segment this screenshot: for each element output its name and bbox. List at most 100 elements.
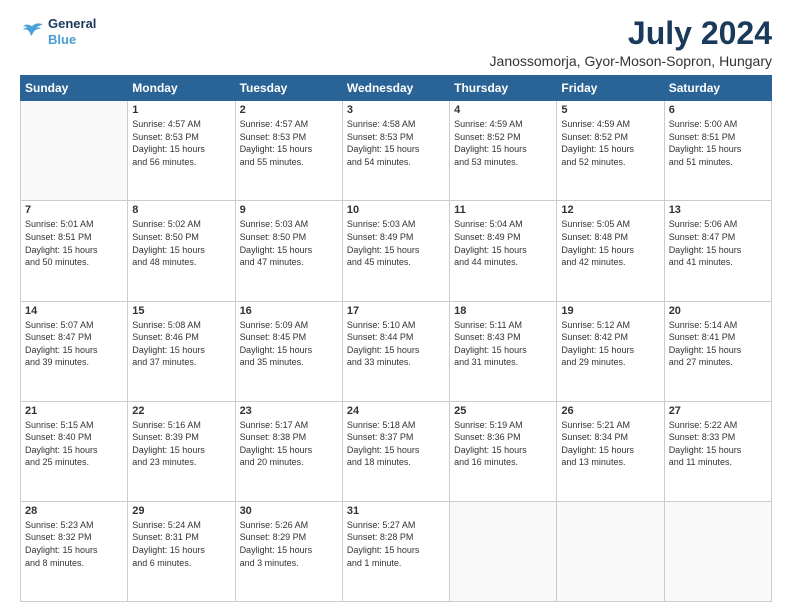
table-row: 18 Sunrise: 5:11 AM Sunset: 8:43 PM Dayli… — [450, 301, 557, 401]
table-row: 21Sunrise: 5:15 AM Sunset: 8:40 PM Dayli… — [21, 401, 128, 501]
table-row: 7 Sunrise: 5:01 AM Sunset: 8:51 PM Daylig… — [21, 201, 128, 301]
day-number: 30 — [240, 505, 338, 517]
day-info: Sunrise: 5:15 AM Sunset: 8:40 PM Dayligh… — [25, 419, 123, 469]
calendar-table: Sunday Monday Tuesday Wednesday Thursday… — [20, 75, 772, 602]
day-info: Sunrise: 4:58 AM Sunset: 8:53 PM Dayligh… — [347, 118, 445, 168]
table-row — [21, 101, 128, 201]
table-row: 20 Sunrise: 5:14 AM Sunset: 8:41 PM Dayli… — [664, 301, 771, 401]
table-row — [557, 501, 664, 601]
calendar-week-row: 28 Sunrise: 5:23 AM Sunset: 8:32 PM Dayli… — [21, 501, 772, 601]
day-info: Sunrise: 5:03 AM Sunset: 8:49 PM Dayligh… — [347, 218, 445, 268]
day-info: Sunrise: 5:17 AM Sunset: 8:38 PM Dayligh… — [240, 419, 338, 469]
col-sunday: Sunday — [21, 76, 128, 101]
day-number: 28 — [25, 505, 123, 517]
table-row: 30 Sunrise: 5:26 AM Sunset: 8:29 PM Dayli… — [235, 501, 342, 601]
day-info: Sunrise: 5:23 AM Sunset: 8:32 PM Dayligh… — [25, 519, 123, 569]
day-info: Sunrise: 4:59 AM Sunset: 8:52 PM Dayligh… — [561, 118, 659, 168]
calendar-week-row: 7 Sunrise: 5:01 AM Sunset: 8:51 PM Daylig… — [21, 201, 772, 301]
calendar-week-row: 14 Sunrise: 5:07 AM Sunset: 8:47 PM Dayli… — [21, 301, 772, 401]
table-row: 3 Sunrise: 4:58 AM Sunset: 8:53 PM Daylig… — [342, 101, 449, 201]
day-number: 4 — [454, 104, 552, 116]
header: General Blue July 2024 Janossomorja, Gyo… — [20, 16, 772, 69]
day-number: 20 — [669, 305, 767, 317]
day-info: Sunrise: 5:09 AM Sunset: 8:45 PM Dayligh… — [240, 319, 338, 369]
table-row: 6Sunrise: 5:00 AM Sunset: 8:51 PM Daylig… — [664, 101, 771, 201]
day-number: 16 — [240, 305, 338, 317]
table-row: 4 Sunrise: 4:59 AM Sunset: 8:52 PM Daylig… — [450, 101, 557, 201]
day-number: 18 — [454, 305, 552, 317]
day-number: 31 — [347, 505, 445, 517]
table-row — [450, 501, 557, 601]
day-number: 1 — [132, 104, 230, 116]
table-row: 13 Sunrise: 5:06 AM Sunset: 8:47 PM Dayli… — [664, 201, 771, 301]
page: General Blue July 2024 Janossomorja, Gyo… — [0, 0, 792, 612]
day-number: 24 — [347, 405, 445, 417]
day-info: Sunrise: 5:07 AM Sunset: 8:47 PM Dayligh… — [25, 319, 123, 369]
day-number: 14 — [25, 305, 123, 317]
day-number: 29 — [132, 505, 230, 517]
day-info: Sunrise: 4:59 AM Sunset: 8:52 PM Dayligh… — [454, 118, 552, 168]
day-info: Sunrise: 5:22 AM Sunset: 8:33 PM Dayligh… — [669, 419, 767, 469]
table-row: 29 Sunrise: 5:24 AM Sunset: 8:31 PM Dayli… — [128, 501, 235, 601]
col-friday: Friday — [557, 76, 664, 101]
title-block: July 2024 Janossomorja, Gyor-Moson-Sopro… — [490, 16, 772, 69]
day-number: 19 — [561, 305, 659, 317]
logo-icon — [20, 20, 44, 44]
day-info: Sunrise: 5:01 AM Sunset: 8:51 PM Dayligh… — [25, 218, 123, 268]
day-number: 13 — [669, 204, 767, 216]
table-row: 19Sunrise: 5:12 AM Sunset: 8:42 PM Dayli… — [557, 301, 664, 401]
day-number: 17 — [347, 305, 445, 317]
day-number: 15 — [132, 305, 230, 317]
day-number: 25 — [454, 405, 552, 417]
day-info: Sunrise: 5:10 AM Sunset: 8:44 PM Dayligh… — [347, 319, 445, 369]
table-row: 16 Sunrise: 5:09 AM Sunset: 8:45 PM Dayli… — [235, 301, 342, 401]
day-info: Sunrise: 5:11 AM Sunset: 8:43 PM Dayligh… — [454, 319, 552, 369]
day-info: Sunrise: 5:19 AM Sunset: 8:36 PM Dayligh… — [454, 419, 552, 469]
day-number: 9 — [240, 204, 338, 216]
day-number: 27 — [669, 405, 767, 417]
day-info: Sunrise: 5:26 AM Sunset: 8:29 PM Dayligh… — [240, 519, 338, 569]
day-number: 26 — [561, 405, 659, 417]
table-row: 31 Sunrise: 5:27 AM Sunset: 8:28 PM Dayli… — [342, 501, 449, 601]
table-row: 11 Sunrise: 5:04 AM Sunset: 8:49 PM Dayli… — [450, 201, 557, 301]
day-info: Sunrise: 5:24 AM Sunset: 8:31 PM Dayligh… — [132, 519, 230, 569]
day-info: Sunrise: 5:08 AM Sunset: 8:46 PM Dayligh… — [132, 319, 230, 369]
logo-text: General Blue — [48, 16, 96, 47]
table-row: 17 Sunrise: 5:10 AM Sunset: 8:44 PM Dayli… — [342, 301, 449, 401]
table-row: 9Sunrise: 5:03 AM Sunset: 8:50 PM Daylig… — [235, 201, 342, 301]
table-row — [664, 501, 771, 601]
table-row: 14 Sunrise: 5:07 AM Sunset: 8:47 PM Dayli… — [21, 301, 128, 401]
table-row: 15 Sunrise: 5:08 AM Sunset: 8:46 PM Dayli… — [128, 301, 235, 401]
day-number: 12 — [561, 204, 659, 216]
main-title: July 2024 — [490, 16, 772, 51]
calendar-week-row: 21Sunrise: 5:15 AM Sunset: 8:40 PM Dayli… — [21, 401, 772, 501]
logo: General Blue — [20, 16, 96, 47]
day-number: 7 — [25, 204, 123, 216]
col-wednesday: Wednesday — [342, 76, 449, 101]
table-row: 28 Sunrise: 5:23 AM Sunset: 8:32 PM Dayli… — [21, 501, 128, 601]
table-row: 25 Sunrise: 5:19 AM Sunset: 8:36 PM Dayli… — [450, 401, 557, 501]
table-row: 5Sunrise: 4:59 AM Sunset: 8:52 PM Daylig… — [557, 101, 664, 201]
day-info: Sunrise: 5:18 AM Sunset: 8:37 PM Dayligh… — [347, 419, 445, 469]
day-info: Sunrise: 4:57 AM Sunset: 8:53 PM Dayligh… — [132, 118, 230, 168]
day-number: 10 — [347, 204, 445, 216]
table-row: 1 Sunrise: 4:57 AM Sunset: 8:53 PM Daylig… — [128, 101, 235, 201]
col-thursday: Thursday — [450, 76, 557, 101]
subtitle: Janossomorja, Gyor-Moson-Sopron, Hungary — [490, 53, 772, 69]
day-info: Sunrise: 5:27 AM Sunset: 8:28 PM Dayligh… — [347, 519, 445, 569]
day-number: 3 — [347, 104, 445, 116]
day-number: 22 — [132, 405, 230, 417]
table-row: 27 Sunrise: 5:22 AM Sunset: 8:33 PM Dayli… — [664, 401, 771, 501]
day-info: Sunrise: 4:57 AM Sunset: 8:53 PM Dayligh… — [240, 118, 338, 168]
calendar-week-row: 1 Sunrise: 4:57 AM Sunset: 8:53 PM Daylig… — [21, 101, 772, 201]
day-info: Sunrise: 5:04 AM Sunset: 8:49 PM Dayligh… — [454, 218, 552, 268]
table-row: 22Sunrise: 5:16 AM Sunset: 8:39 PM Dayli… — [128, 401, 235, 501]
day-info: Sunrise: 5:14 AM Sunset: 8:41 PM Dayligh… — [669, 319, 767, 369]
day-number: 8 — [132, 204, 230, 216]
col-tuesday: Tuesday — [235, 76, 342, 101]
day-info: Sunrise: 5:06 AM Sunset: 8:47 PM Dayligh… — [669, 218, 767, 268]
day-info: Sunrise: 5:02 AM Sunset: 8:50 PM Dayligh… — [132, 218, 230, 268]
day-number: 11 — [454, 204, 552, 216]
table-row: 24 Sunrise: 5:18 AM Sunset: 8:37 PM Dayli… — [342, 401, 449, 501]
day-info: Sunrise: 5:05 AM Sunset: 8:48 PM Dayligh… — [561, 218, 659, 268]
